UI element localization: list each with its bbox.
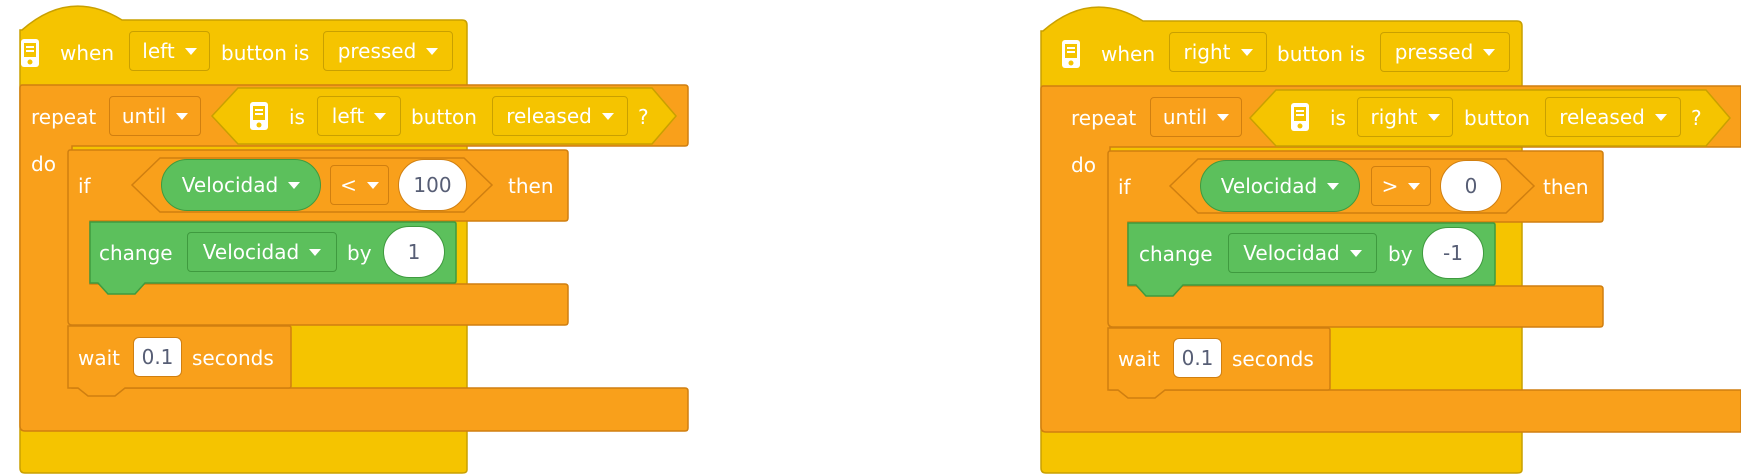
right-condition-button-label: button (1464, 106, 1530, 130)
right-if-then-label: then (1543, 175, 1589, 199)
right-hat-state-value: pressed (1394, 40, 1474, 64)
left-change-value-input[interactable]: 1 (383, 226, 445, 278)
chevron-down-icon (1349, 249, 1362, 257)
right-change-variable-value: Velocidad (1243, 241, 1340, 265)
left-wait-label: wait (78, 346, 121, 370)
right-change-value-text: -1 (1443, 241, 1463, 265)
left-condition-is-label: is (289, 105, 305, 129)
right-condition-question-label: ? (1691, 106, 1702, 130)
left-do-label: do (31, 152, 56, 176)
right-if-value-text: 0 (1464, 174, 1478, 198)
left-if-value-input[interactable]: 100 (398, 159, 467, 211)
left-if-operator-dropdown[interactable]: < (330, 165, 389, 205)
chevron-down-icon (1327, 182, 1340, 190)
left-hat-state-value: pressed (337, 39, 417, 63)
left-condition-button-value: left (331, 104, 365, 128)
left-wait-value-input[interactable]: 0.1 (133, 337, 182, 377)
left-hat-when-label: when (60, 41, 115, 65)
left-condition-button-label: button (411, 105, 477, 129)
left-hat-state-dropdown[interactable]: pressed (323, 31, 453, 71)
right-if-variable-value: Velocidad (1220, 174, 1318, 198)
left-wait-unit-label: seconds (192, 346, 274, 370)
chevron-down-icon (1427, 113, 1440, 121)
right-repeat-mode-value: until (1162, 105, 1208, 129)
right-wait-value-input[interactable]: 0.1 (1173, 338, 1222, 378)
right-if-variable-reporter[interactable]: Velocidad (1200, 160, 1360, 212)
left-condition-question-label: ? (638, 105, 649, 129)
right-change-value-input[interactable]: -1 (1422, 227, 1484, 279)
right-wait-value-text: 0.1 (1181, 346, 1214, 370)
left-hat-button-dropdown[interactable]: left (129, 31, 210, 71)
left-if-operator-value: < (340, 173, 357, 197)
right-change-label: change (1139, 242, 1213, 266)
chevron-down-icon (1408, 182, 1421, 190)
right-hat-button-is-label: button is (1277, 42, 1366, 66)
chevron-down-icon (601, 112, 614, 120)
left-repeat-mode-dropdown[interactable]: until (109, 96, 201, 136)
left-if-variable-value: Velocidad (181, 173, 279, 197)
right-wait-label: wait (1118, 347, 1161, 371)
left-hat-button-value: left (142, 39, 175, 63)
brain-device-icon (250, 102, 268, 130)
right-hat-when-label: when (1101, 42, 1156, 66)
left-condition-button-dropdown[interactable]: left (317, 96, 401, 136)
chevron-down-icon (426, 47, 439, 55)
chevron-down-icon (366, 181, 379, 189)
right-condition-state-value: released (1559, 105, 1645, 129)
right-repeat-label: repeat (1071, 106, 1137, 130)
right-script-shapes (1040, 6, 1741, 474)
left-repeat-label: repeat (31, 105, 97, 129)
left-condition-state-value: released (506, 104, 592, 128)
left-hat-button-is-label: button is (221, 41, 310, 65)
chevron-down-icon (1483, 48, 1496, 56)
right-do-label: do (1071, 153, 1096, 177)
right-hat-button-dropdown[interactable]: right (1169, 32, 1267, 72)
left-if-label: if (78, 174, 91, 198)
brain-device-icon (1062, 40, 1080, 68)
chevron-down-icon (184, 47, 197, 55)
chevron-down-icon (288, 181, 301, 189)
left-change-label: change (99, 241, 173, 265)
right-if-operator-dropdown[interactable]: > (1371, 166, 1431, 206)
right-repeat-mode-dropdown[interactable]: until (1150, 97, 1242, 137)
chevron-down-icon (374, 112, 387, 120)
left-if-variable-reporter[interactable]: Velocidad (161, 159, 321, 211)
right-change-by-label: by (1388, 242, 1413, 266)
left-change-variable-value: Velocidad (202, 240, 300, 264)
right-if-label: if (1118, 175, 1131, 199)
right-hat-state-dropdown[interactable]: pressed (1380, 32, 1510, 72)
left-change-value-text: 1 (407, 240, 421, 264)
right-condition-is-label: is (1330, 106, 1346, 130)
left-if-value-text: 100 (413, 173, 452, 197)
chevron-down-icon (1654, 113, 1667, 121)
right-condition-button-dropdown[interactable]: right (1357, 97, 1453, 137)
brain-device-icon (1291, 103, 1309, 131)
right-change-variable-dropdown[interactable]: Velocidad (1228, 233, 1377, 273)
left-script-shapes (19, 5, 689, 474)
chevron-down-icon (1217, 113, 1230, 121)
brain-device-icon (21, 39, 39, 67)
right-wait-unit-label: seconds (1232, 347, 1314, 371)
left-wait-value-text: 0.1 (141, 345, 174, 369)
left-change-variable-dropdown[interactable]: Velocidad (187, 232, 337, 272)
right-condition-state-dropdown[interactable]: released (1545, 97, 1681, 137)
left-repeat-mode-value: until (121, 104, 167, 128)
left-change-by-label: by (347, 241, 372, 265)
right-if-operator-value: > (1381, 174, 1399, 198)
right-if-value-input[interactable]: 0 (1440, 160, 1502, 212)
left-condition-state-dropdown[interactable]: released (492, 96, 628, 136)
chevron-down-icon (176, 112, 189, 120)
right-hat-button-value: right (1183, 40, 1231, 64)
left-if-then-label: then (508, 174, 554, 198)
chevron-down-icon (309, 248, 322, 256)
chevron-down-icon (1240, 48, 1253, 56)
right-condition-button-value: right (1370, 105, 1418, 129)
